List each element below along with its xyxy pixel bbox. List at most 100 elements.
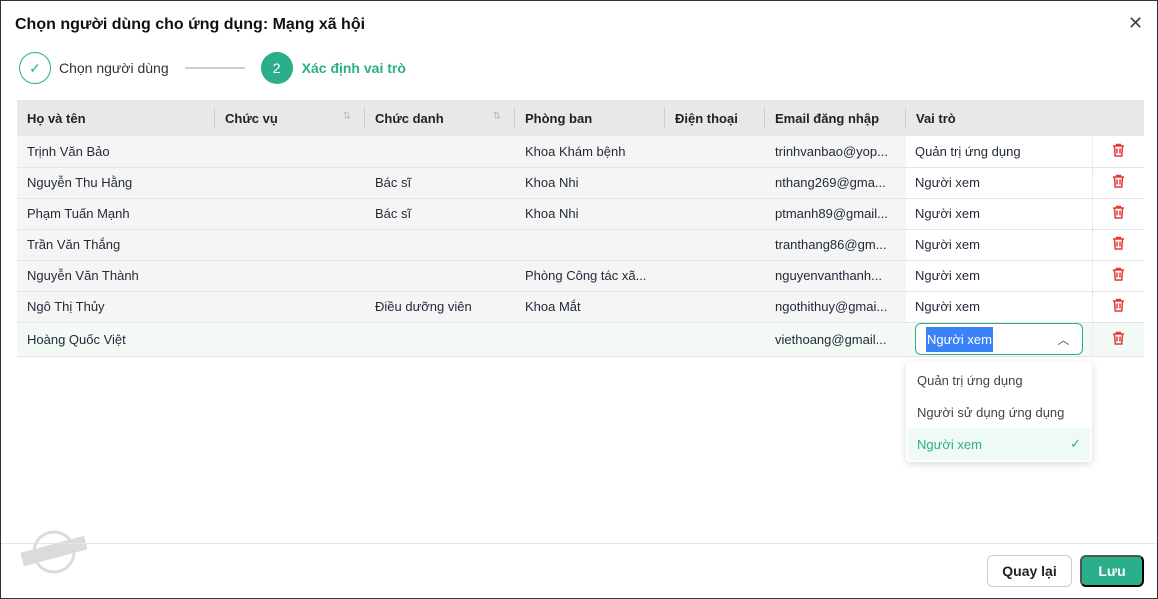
cell-title (365, 322, 515, 357)
cell-role[interactable]: Người xem (906, 291, 1092, 323)
column-header[interactable]: Email đăng nhập (765, 100, 906, 136)
footer-divider (1, 543, 1157, 544)
cell-position (215, 260, 365, 292)
cell-name: Ngô Thị Thủy (17, 291, 215, 323)
cell-name: Trịnh Văn Bảo (17, 136, 215, 168)
cell-role[interactable]: Người xem (906, 260, 1092, 292)
check-icon: ✓ (1070, 436, 1081, 451)
chevron-up-icon: ︿ (1057, 332, 1070, 347)
column-header-label: Điện thoại (675, 110, 738, 126)
cell-email: tranthang86@gm... (765, 229, 906, 261)
cell-email: ptmanh89@gmail... (765, 198, 906, 230)
cell-phone (665, 260, 765, 292)
back-button[interactable]: Quay lại (987, 555, 1072, 587)
cell-title: Điều dưỡng viên (365, 291, 515, 323)
column-header[interactable]: Chức vụ ⇅ (215, 100, 365, 136)
sort-icon[interactable]: ⇅ (493, 111, 501, 122)
table-row: Nguyễn Thu Hằng Bác sĩ Khoa Nhi nthang269@g… (17, 167, 1144, 199)
role-select-value: Người xem (926, 326, 993, 352)
cell-email: nthang269@gma... (765, 167, 906, 199)
cell-dept (515, 322, 665, 357)
cell-role[interactable]: Người xem (906, 198, 1092, 230)
table-row: Nguyễn Văn Thành Phòng Công tác xã... nguy… (17, 260, 1144, 292)
role-dropdown-menu: Quản trị ứng dụng Người sử dụng ứng dụng… (906, 362, 1092, 462)
trash-icon[interactable] (1112, 236, 1125, 253)
stepper: ✓ Chọn người dùng 2 Xác định vai trò (19, 52, 406, 84)
cell-phone (665, 167, 765, 199)
close-icon[interactable]: ✕ (1128, 13, 1143, 34)
cell-phone (665, 136, 765, 168)
cell-position (215, 198, 365, 230)
column-header[interactable]: Phòng ban (515, 100, 665, 136)
cell-position (215, 229, 365, 261)
cell-phone (665, 198, 765, 230)
column-header-label: Vai trò (916, 110, 956, 126)
cell-phone (665, 229, 765, 261)
cell-dept: Khoa Mắt (515, 291, 665, 323)
table-row: Phạm Tuấn Mạnh Bác sĩ Khoa Nhi ptmanh89@gma… (17, 198, 1144, 230)
cell-position (215, 322, 365, 357)
column-header[interactable]: Họ và tên (17, 100, 215, 136)
step-2-number: 2 (260, 52, 293, 84)
cell-email: nguyenvanthanh... (765, 260, 906, 292)
cell-title (365, 136, 515, 168)
trash-icon[interactable] (1112, 143, 1125, 160)
users-table: Họ và tên Chức vụ ⇅ Chức danh ⇅ Phòng ban Điện… (17, 100, 1144, 357)
step-done-icon: ✓ (19, 52, 51, 84)
cell-position (215, 167, 365, 199)
dialog-title: Chọn người dùng cho ứng dụng: Mạng xã hộ… (15, 16, 366, 33)
cell-title (365, 260, 515, 292)
table-row: Trịnh Văn Bảo Khoa Khám bệnh trinhvanbao@y… (17, 136, 1144, 168)
cell-role[interactable]: Người xem (906, 167, 1092, 199)
cell-dept: Khoa Khám bệnh (515, 136, 665, 168)
cell-email: viethoang@gmail... (765, 322, 906, 357)
column-header-label: Chức danh (375, 110, 444, 126)
column-header-label: Chức vụ (225, 110, 278, 126)
cell-dept: Khoa Nhi (515, 167, 665, 199)
cell-role[interactable]: Người xem (906, 229, 1092, 261)
cell-name: Nguyễn Thu Hằng (17, 167, 215, 199)
cell-title: Bác sĩ (365, 167, 515, 199)
watermark-stamp (21, 530, 87, 574)
role-select[interactable]: Người xem ︿ (915, 323, 1083, 355)
cell-name: Phạm Tuấn Mạnh (17, 198, 215, 230)
cell-email: ngothithuy@gmai... (765, 291, 906, 323)
column-header-label: Email đăng nhập (775, 110, 880, 126)
trash-icon[interactable] (1112, 298, 1125, 315)
table-row: Hoàng Quốc Việt viethoang@gmail... Người x… (17, 322, 1144, 357)
column-header[interactable]: Điện thoại (665, 100, 765, 136)
role-option-label: Người xem (917, 436, 982, 452)
cell-role[interactable]: Quản trị ứng dụng (906, 136, 1092, 168)
column-header[interactable]: Vai trò (906, 100, 1092, 136)
trash-icon[interactable] (1112, 267, 1125, 284)
save-button[interactable]: Lưu (1080, 555, 1144, 587)
cell-dept (515, 229, 665, 261)
cell-email: trinhvanbao@yop... (765, 136, 906, 168)
column-header-label: Phòng ban (525, 110, 593, 126)
cell-name: Hoàng Quốc Việt (17, 322, 215, 357)
cell-dept: Phòng Công tác xã... (515, 260, 665, 292)
cell-dept: Khoa Nhi (515, 198, 665, 230)
cell-title (365, 229, 515, 261)
role-option[interactable]: Người sử dụng ứng dụng (908, 396, 1090, 428)
trash-icon[interactable] (1112, 174, 1125, 191)
sort-icon[interactable]: ⇅ (343, 111, 351, 122)
role-option-selected[interactable]: Người xem ✓ (908, 428, 1090, 460)
cell-name: Nguyễn Văn Thành (17, 260, 215, 292)
step-1-label: Chọn người dùng (59, 60, 169, 76)
step-connector (184, 67, 245, 69)
trash-icon[interactable] (1112, 205, 1125, 222)
cell-position (215, 291, 365, 323)
cell-phone (665, 322, 765, 357)
cell-name: Trần Văn Thắng (17, 229, 215, 261)
cell-title: Bác sĩ (365, 198, 515, 230)
table-row: Ngô Thị Thủy Điều dưỡng viên Khoa Mắt ngoth… (17, 291, 1144, 323)
role-option[interactable]: Quản trị ứng dụng (908, 364, 1090, 396)
cell-position (215, 136, 365, 168)
table-row: Trần Văn Thắng tranthang86@gm... Người xem (17, 229, 1144, 261)
cell-phone (665, 291, 765, 323)
column-header-label: Họ và tên (27, 110, 86, 126)
step-2-label: Xác định vai trò (301, 60, 406, 76)
column-header[interactable]: Chức danh ⇅ (365, 100, 515, 136)
trash-icon[interactable] (1112, 331, 1125, 348)
